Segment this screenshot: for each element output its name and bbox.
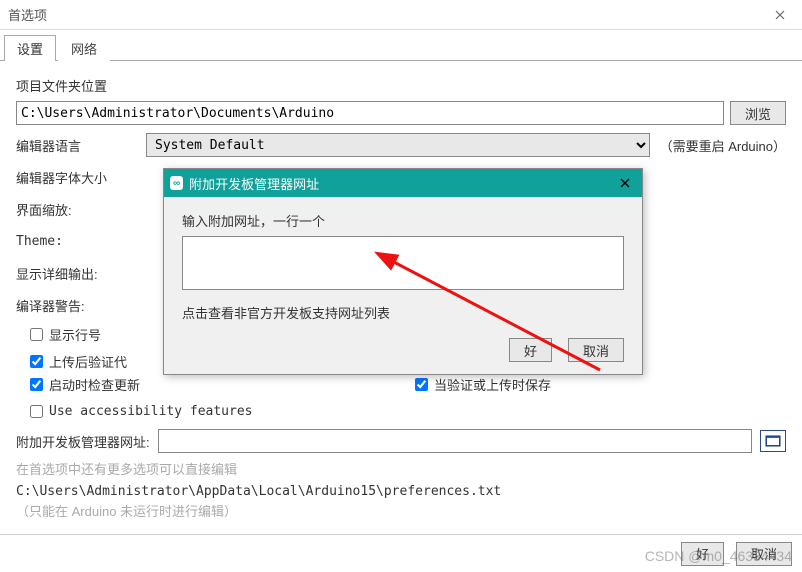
label-editor-language: 编辑器语言 [16,136,146,155]
urls-textarea[interactable] [182,236,624,290]
prefs-more-hint: 在首选项中还有更多选项可以直接编辑 [16,459,786,478]
additional-urls-input[interactable] [158,429,752,453]
checkbox-check-updates[interactable] [30,378,43,391]
label-save-on-verify: 当验证或上传时保存 [434,375,551,394]
unofficial-boards-link[interactable]: 点击查看非官方开发板支持网址列表 [182,303,624,322]
sketchbook-path-input[interactable] [16,101,724,125]
expand-urls-button[interactable] [760,430,786,452]
tab-bar: 设置 网络 [0,30,802,61]
window-icon [765,435,781,447]
label-folder-location: 项目文件夹位置 [16,76,107,95]
checkbox-verify-after-upload[interactable] [30,355,43,368]
tab-network[interactable]: 网络 [58,35,110,61]
dialog-body: 输入附加网址，一行一个 点击查看非官方开发板支持网址列表 好 取消 [164,197,642,374]
label-theme: Theme: [16,234,146,249]
prefs-note: （只能在 Arduino 未运行时进行编辑） [16,501,786,520]
main-ok-button[interactable]: 好 [681,542,724,566]
dialog-close-button[interactable] [612,171,638,195]
restart-note: （需要重启 Arduino） [660,136,786,155]
dialog-ok-button[interactable]: 好 [509,338,552,362]
main-cancel-button[interactable]: 取消 [736,542,792,566]
prefs-path: C:\Users\Administrator\AppData\Local\Ard… [16,484,786,499]
label-show-verbose: 显示详细输出: [16,264,146,283]
dialog-title: 附加开发板管理器网址 [189,174,319,193]
label-check-updates: 启动时检查更新 [49,375,140,394]
dialog-prompt: 输入附加网址，一行一个 [182,211,624,230]
browse-button[interactable]: 浏览 [730,101,786,125]
close-icon [775,10,785,20]
window-title: 首选项 [8,5,47,24]
label-verify-after-upload: 上传后验证代 [49,352,127,371]
label-line-numbers: 显示行号 [49,325,101,344]
bottom-button-bar: 好 取消 [0,534,802,572]
dialog-titlebar: ∞ 附加开发板管理器网址 [164,169,642,197]
additional-urls-dialog: ∞ 附加开发板管理器网址 输入附加网址，一行一个 点击查看非官方开发板支持网址列… [163,168,643,375]
dialog-cancel-button[interactable]: 取消 [568,338,624,362]
tab-settings[interactable]: 设置 [4,35,56,61]
checkbox-accessibility[interactable] [30,405,43,418]
checkbox-line-numbers[interactable] [30,328,43,341]
close-icon [620,178,630,188]
window-close-button[interactable] [758,0,802,30]
arduino-logo-icon: ∞ [170,176,183,190]
label-font-size: 编辑器字体大小 [16,168,146,187]
main-titlebar: 首选项 [0,0,802,30]
label-additional-urls: 附加开发板管理器网址: [16,432,150,451]
label-interface-scale: 界面缩放: [16,200,146,219]
checkbox-save-on-verify[interactable] [415,378,428,391]
language-select[interactable]: System Default [146,133,650,157]
label-accessibility: Use accessibility features [49,404,253,419]
label-compiler-warnings: 编译器警告: [16,296,146,315]
